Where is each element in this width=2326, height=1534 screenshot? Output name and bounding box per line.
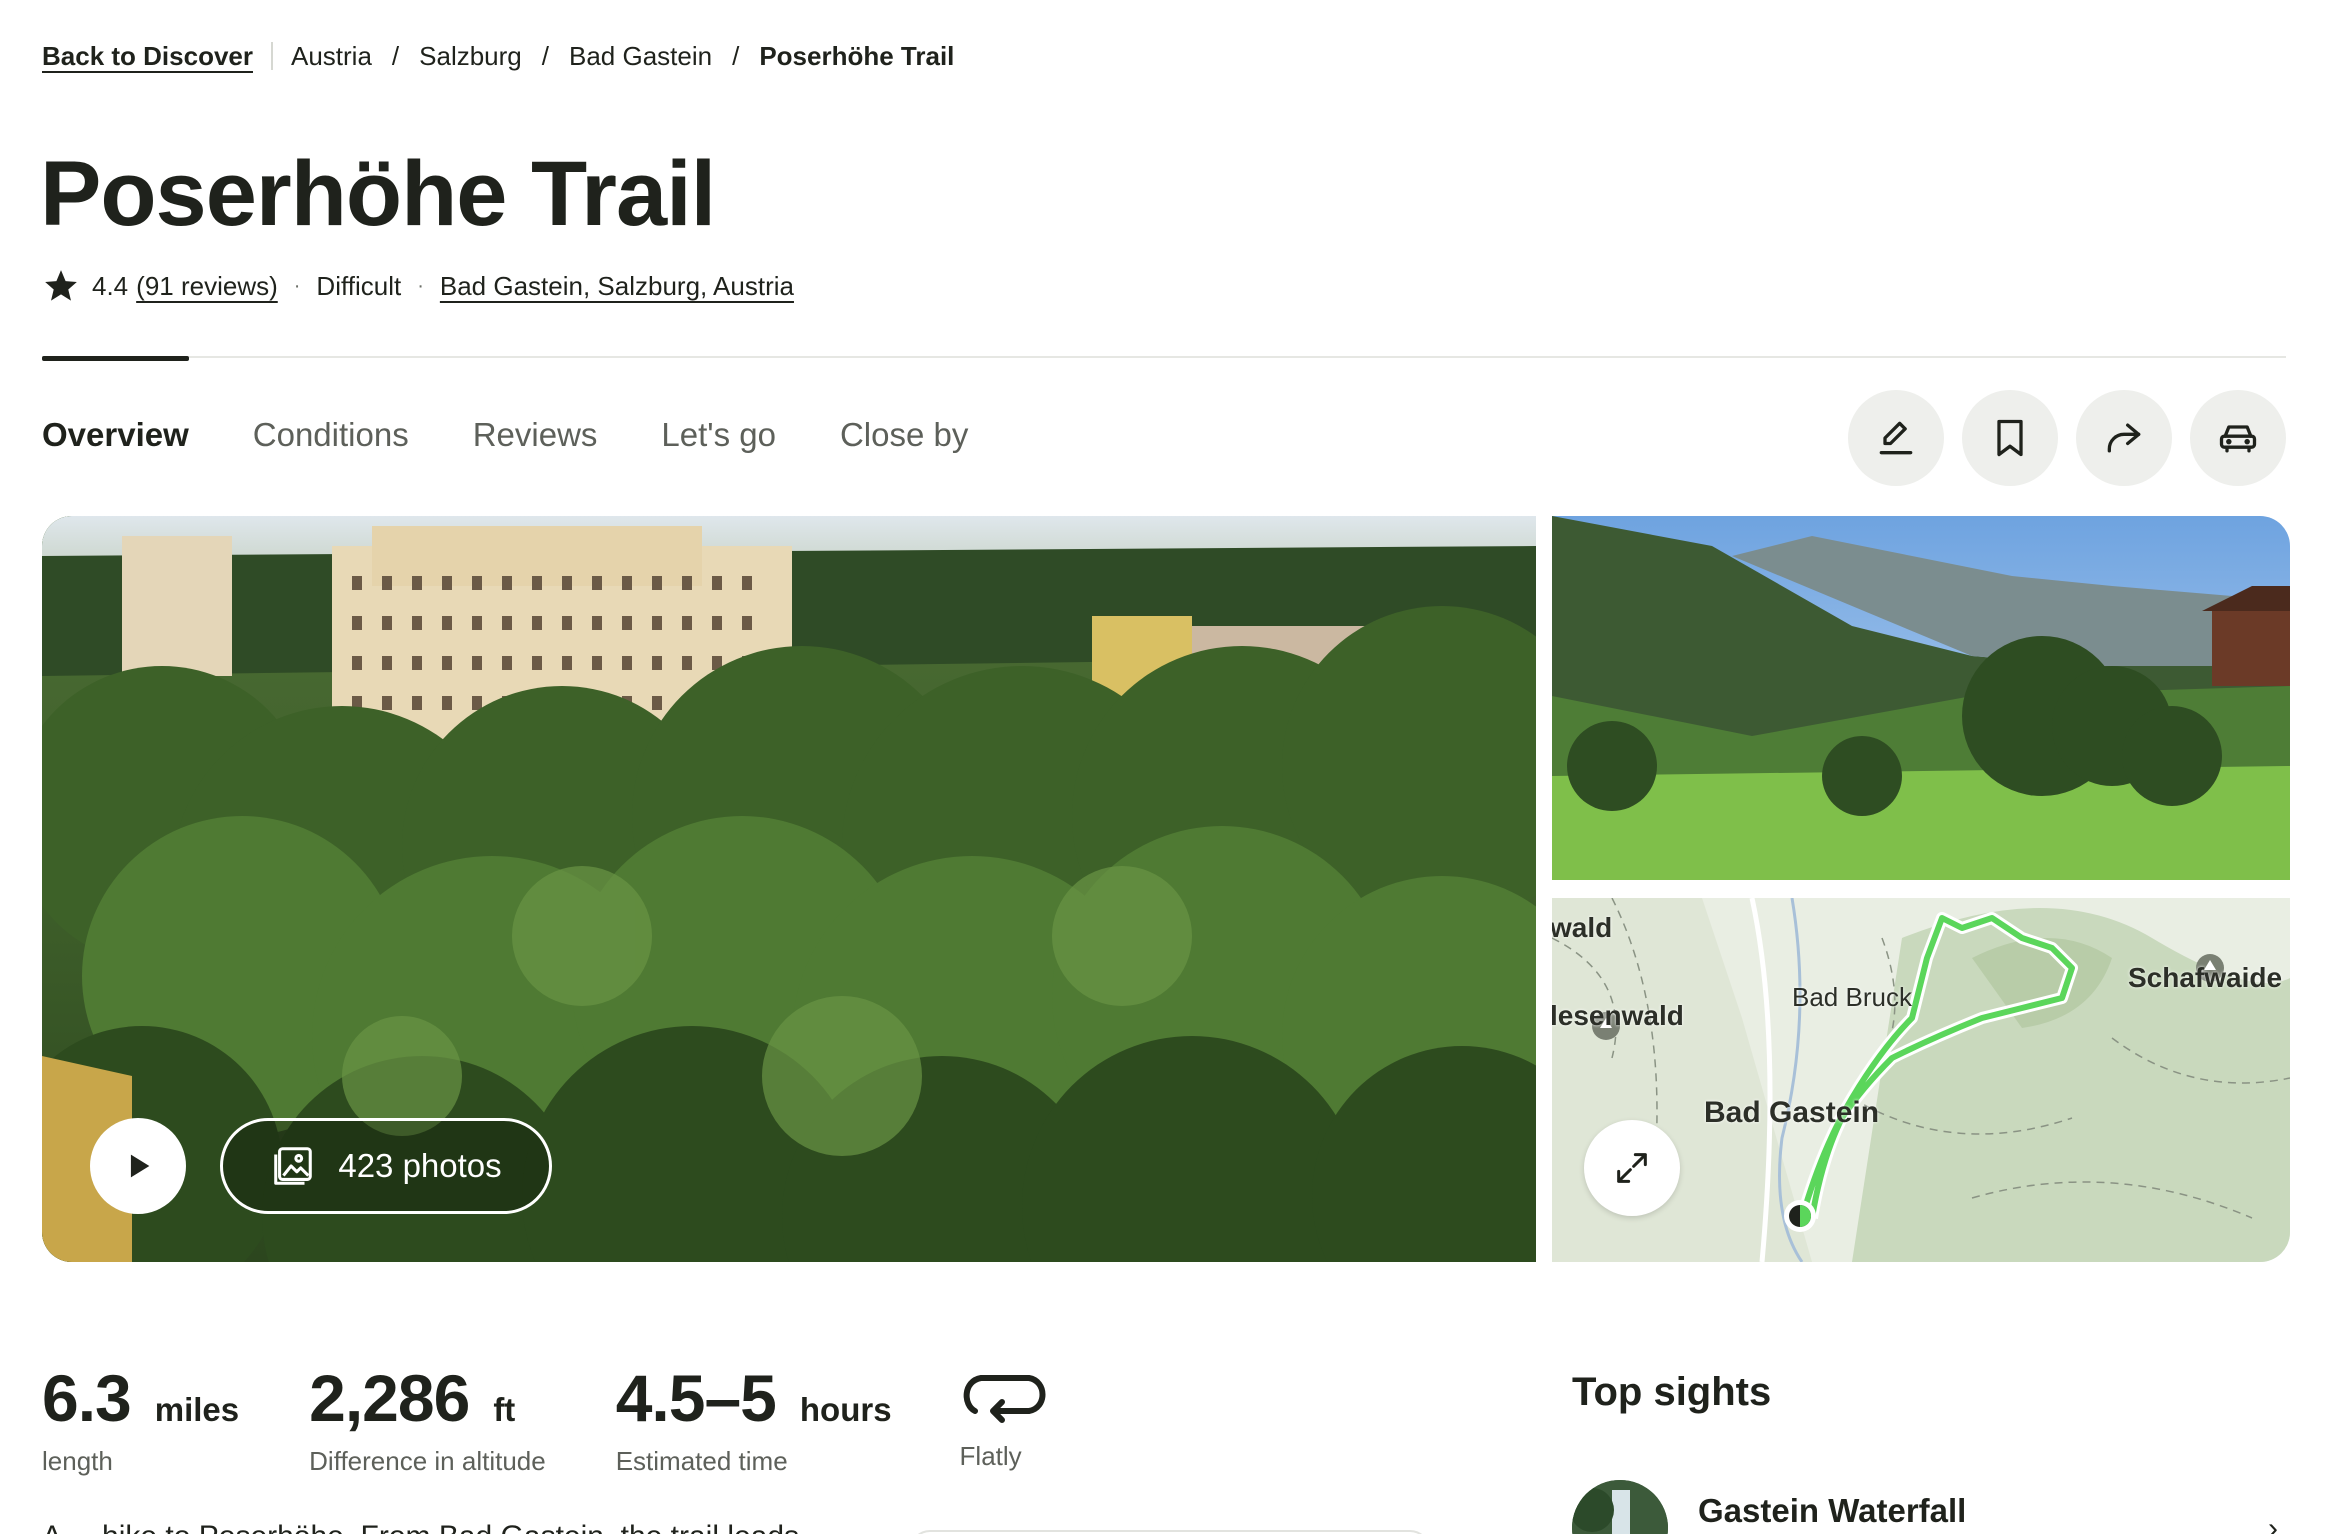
share-icon [2107,423,2141,453]
expand-icon [1617,1153,1647,1183]
difficulty-label: Difficult [316,270,402,301]
page-title: Poserhöhe Trail [40,143,716,245]
top-sights-heading: Top sights [1572,1370,1772,1414]
stat-time: 4.5–5 hours Estimated time [616,1360,892,1477]
photos-count: 423 photos [338,1147,502,1184]
trail-map[interactable]: wald lesenwald Bad Bruck Schafwaide Bad … [1552,898,2290,1262]
stat-label: Flatly [959,1441,1022,1471]
map-label-schafwaide: Schafwaide [2128,962,2283,993]
valley-photo[interactable] [1552,516,2290,880]
stat-label: Estimated time [615,1446,788,1476]
stat-altitude: 2,286 ft Difference in altitude [309,1360,546,1477]
sight-name: Gastein Waterfall [1698,1492,1967,1529]
car-icon [2219,425,2257,453]
tab-close-by[interactable]: Close by [840,416,968,454]
write-review-button[interactable] [1848,390,1944,486]
breadcrumb-item-austria[interactable]: Austria [291,41,372,72]
reviews-link[interactable]: (91 reviews) [136,271,278,302]
tab-overview[interactable]: Overview [42,416,189,454]
hero-photo[interactable]: 423 photos [42,516,1536,1262]
description-pill [910,1530,1430,1534]
map-label-bad-gastein: Bad Gastein [1704,1096,1880,1129]
action-buttons [1848,390,2286,486]
trail-stats: 6.3 miles length 2,286 ft Difference in al… [42,1360,1120,1477]
stat-unit: miles [154,1391,240,1428]
stat-label: length [42,1446,113,1476]
stat-value: 6.3 [42,1361,132,1435]
star-icon [45,270,77,301]
stat-label: Difference in altitude [309,1446,546,1476]
waterfall-image [1572,1480,1668,1534]
tab-reviews[interactable]: Reviews [473,416,598,454]
breadcrumb-separator: / [391,40,400,71]
breadcrumb-separator: / [541,40,549,71]
rating-value: 4.4 [92,270,129,301]
map-label-lesenwald: lesenwald [1552,1000,1684,1031]
back-to-discover-link[interactable]: Back to Discover [42,41,253,72]
stat-value: 2,286 [309,1361,470,1435]
breadcrumb-item-salzburg[interactable]: Salzburg [419,41,522,72]
tabs-divider [42,356,2286,358]
loop-icon [963,1375,1046,1423]
trail-description: A ... hike to Poserhöhe. From Bad Gastei… [42,1520,799,1534]
breadcrumb-separator: / [732,40,740,71]
chevron-right-icon: › [2268,1512,2278,1534]
breadcrumb-current: Poserhöhe Trail [759,40,955,71]
pen-icon [1879,421,1913,455]
breadcrumb: Back to Discover Austria / Salzburg / Ba… [42,38,954,74]
image-icon [274,1147,313,1185]
tab-bar: Overview Conditions Reviews Let's go Clo… [42,416,1032,454]
meta-dot: · [417,274,424,297]
map-canvas [1552,898,2290,1262]
sight-item[interactable]: Gastein Waterfall › [1572,1480,2290,1534]
stat-unit: hours [799,1391,892,1428]
breadcrumb-item-bad-gastein[interactable]: Bad Gastein [569,41,712,72]
sight-thumbnail [1572,1480,1668,1534]
play-video-button[interactable] [90,1118,186,1214]
tab-lets-go[interactable]: Let's go [661,416,776,454]
stat-length: 6.3 miles length [42,1360,239,1477]
active-tab-indicator [42,356,189,361]
expand-map-button[interactable] [1584,1120,1680,1216]
trail-meta: 4.4 (91 reviews) · Difficult · Bad Gaste… [42,266,794,306]
breadcrumb-divider [270,42,273,70]
stat-unit: ft [493,1391,516,1428]
map-label-bad-bruck: Bad Bruck [1792,982,1912,1012]
photos-button[interactable]: 423 photos [220,1118,552,1214]
directions-button[interactable] [2190,390,2286,486]
meta-dot: · [293,274,301,297]
bookmark-icon [1997,419,2023,457]
map-label-wald: wald [1552,912,1613,943]
share-button[interactable] [2076,390,2172,486]
stat-value: 4.5–5 [615,1361,777,1435]
location-link[interactable]: Bad Gastein, Salzburg, Austria [440,271,794,302]
play-icon [130,1154,150,1178]
stat-route-type: Flatly [960,1360,1050,1477]
tab-conditions[interactable]: Conditions [253,416,409,454]
valley-landscape [1552,516,2290,880]
save-button[interactable] [1962,390,2058,486]
